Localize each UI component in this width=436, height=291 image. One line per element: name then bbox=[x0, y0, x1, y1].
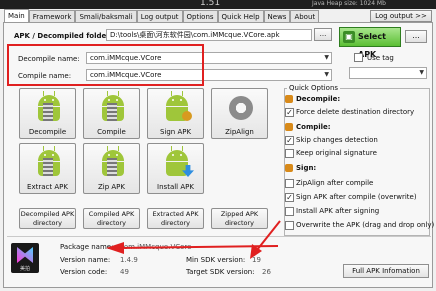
apk-folder-input[interactable]: D:\tools\桌面\河东软件园\com.iMMcque.VCore.apk bbox=[106, 29, 312, 41]
tab-log-output[interactable]: Log output bbox=[136, 10, 183, 22]
zipalign-after-compile-checkbox[interactable] bbox=[285, 179, 294, 188]
min-sdk-label: Min SDK version: bbox=[186, 256, 246, 264]
target-sdk-value: 26 bbox=[262, 268, 271, 276]
package-icon: ▣ bbox=[343, 31, 355, 43]
zipper-icon bbox=[43, 158, 53, 176]
app-logo-icon bbox=[17, 247, 33, 263]
tab-news[interactable]: News bbox=[263, 10, 291, 22]
apk-folder-value: D:\tools\桌面\河东软件园\com.iMMcque.VCore.apk bbox=[110, 31, 280, 39]
package-name-value: com.iMMcque.VCore bbox=[120, 243, 192, 251]
chevron-down-icon: ▼ bbox=[324, 54, 329, 61]
overwrite-apk-label: Overwrite the APK (drag and drop only) bbox=[296, 221, 435, 229]
tab-smali-baksmali[interactable]: Smali/baksmali bbox=[75, 10, 137, 22]
decompile-button[interactable]: Decompile bbox=[19, 88, 76, 139]
chevron-down-icon: ▼ bbox=[324, 71, 329, 78]
tab-main[interactable]: Main bbox=[4, 9, 29, 22]
force-delete-checkbox[interactable]: ✓ bbox=[285, 108, 294, 117]
tab-framework[interactable]: Framework bbox=[28, 10, 76, 22]
compile-label: Compile bbox=[97, 128, 126, 136]
decompile-section-header: Decompile: bbox=[296, 95, 341, 103]
decompiled-apk-directory-button[interactable]: Decompiled APK directory bbox=[19, 208, 76, 229]
zipalign-button[interactable]: ZipAlign bbox=[211, 88, 268, 139]
annotation-highlight-box bbox=[7, 44, 204, 86]
zipper-icon bbox=[107, 103, 117, 121]
version-code-label: Version code: bbox=[60, 268, 108, 276]
log-output-toggle-button[interactable]: Log output >> bbox=[370, 10, 432, 22]
tab-about[interactable]: About bbox=[290, 10, 320, 22]
window-title: 1.51 bbox=[200, 0, 221, 8]
version-name-label: Version name: bbox=[60, 256, 111, 264]
sign-apk-label: Sign APK bbox=[159, 128, 192, 136]
version-code-value: 49 bbox=[120, 268, 129, 276]
install-after-signing-checkbox[interactable] bbox=[285, 207, 294, 216]
install-apk-label: Install APK bbox=[157, 183, 194, 191]
overwrite-apk-checkbox[interactable] bbox=[285, 221, 294, 230]
app-icon-caption: 美拍 bbox=[19, 266, 30, 272]
skip-changes-checkbox[interactable]: ✓ bbox=[285, 136, 294, 145]
tab-options[interactable]: Options bbox=[182, 10, 218, 22]
compile-section-icon bbox=[285, 123, 293, 131]
zipper-icon bbox=[107, 158, 117, 176]
extract-apk-button[interactable]: Extract APK bbox=[19, 143, 76, 194]
full-apk-information-button[interactable]: Full APK Infomation bbox=[343, 264, 429, 278]
tab-quick-help[interactable]: Quick Help bbox=[217, 10, 264, 22]
sign-after-compile-checkbox[interactable]: ✓ bbox=[285, 193, 294, 202]
decompile-label: Decompile bbox=[28, 128, 67, 136]
use-tag-label: Use tag bbox=[367, 54, 394, 62]
zipper-icon bbox=[43, 103, 53, 121]
zipalign-after-compile-label: ZipAlign after compile bbox=[296, 179, 374, 187]
zip-apk-label: Zip APK bbox=[97, 183, 125, 191]
zip-apk-button[interactable]: Zip APK bbox=[83, 143, 140, 194]
zipalign-label: ZipAlign bbox=[225, 128, 254, 136]
heap-size-label: Java Heap size: 1024 Mb bbox=[312, 0, 386, 7]
select-apk-button[interactable]: ▣ Select APK bbox=[339, 27, 401, 59]
skip-changes-label: Skip changes detection bbox=[296, 136, 378, 144]
extract-apk-label: Extract APK bbox=[27, 183, 68, 191]
compile-section-header: Compile: bbox=[296, 123, 331, 131]
sign-after-compile-label: Sign APK after compile (overwrite) bbox=[296, 193, 417, 201]
tab-bar: Main Framework Smali/baksmali Log output… bbox=[4, 9, 320, 22]
package-name-label: Package name: bbox=[60, 243, 114, 251]
target-sdk-label: Target SDK version: bbox=[186, 268, 255, 276]
select-apk-more-button[interactable]: ... bbox=[405, 30, 427, 43]
chevron-down-icon: ▼ bbox=[419, 69, 424, 76]
version-name-value: 1.4.9 bbox=[120, 256, 138, 264]
use-tag-checkbox[interactable] bbox=[354, 53, 363, 62]
title-bar: 1.51 Java Heap size: 1024 Mb bbox=[0, 0, 436, 9]
keep-signature-checkbox[interactable] bbox=[285, 149, 294, 158]
extracted-apk-directory-button[interactable]: Extracted APK directory bbox=[147, 208, 204, 229]
compiled-apk-directory-button[interactable]: Compiled APK directory bbox=[83, 208, 140, 229]
force-delete-label: Force delete destination directory bbox=[296, 108, 415, 116]
apk-folder-label: APK / Decompiled folder: bbox=[14, 32, 113, 40]
gear-icon bbox=[229, 96, 253, 120]
sign-section-icon bbox=[285, 164, 293, 172]
compile-button[interactable]: Compile bbox=[83, 88, 140, 139]
quick-options-title: Quick Options bbox=[287, 84, 341, 92]
app-icon: 美拍 bbox=[11, 243, 39, 273]
browse-button[interactable]: ... bbox=[314, 28, 332, 41]
min-sdk-value: 19 bbox=[252, 256, 261, 264]
sign-apk-button[interactable]: Sign APK bbox=[147, 88, 204, 139]
key-icon bbox=[182, 111, 192, 121]
keep-signature-label: Keep original signature bbox=[296, 149, 377, 157]
tag-select[interactable]: ▼ bbox=[349, 67, 427, 79]
decompile-section-icon bbox=[285, 95, 293, 103]
install-after-signing-label: Install APK after signing bbox=[296, 207, 380, 215]
sign-section-header: Sign: bbox=[296, 164, 317, 172]
zipped-apk-directory-button[interactable]: Zipped APK directory bbox=[211, 208, 268, 229]
install-apk-button[interactable]: Install APK bbox=[147, 143, 204, 194]
